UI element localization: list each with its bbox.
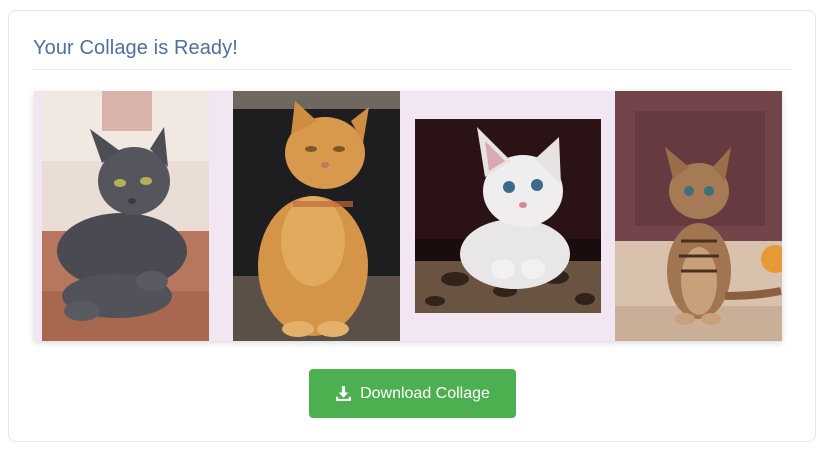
collage-photo-orange-cat <box>233 91 400 341</box>
page-title: Your Collage is Ready! <box>33 37 238 59</box>
download-collage-button[interactable]: Download Collage <box>309 369 516 418</box>
download-icon <box>335 385 352 402</box>
collage-image <box>34 91 782 341</box>
collage-photo-gray-cat <box>42 91 209 341</box>
collage-photo-tabby-kitten <box>615 91 782 341</box>
collage-photo-white-kitten <box>415 119 601 313</box>
collage-result-card: Your Collage is Ready! Download Collage <box>8 10 816 442</box>
download-button-label: Download Collage <box>360 384 490 402</box>
title-divider <box>33 69 791 70</box>
